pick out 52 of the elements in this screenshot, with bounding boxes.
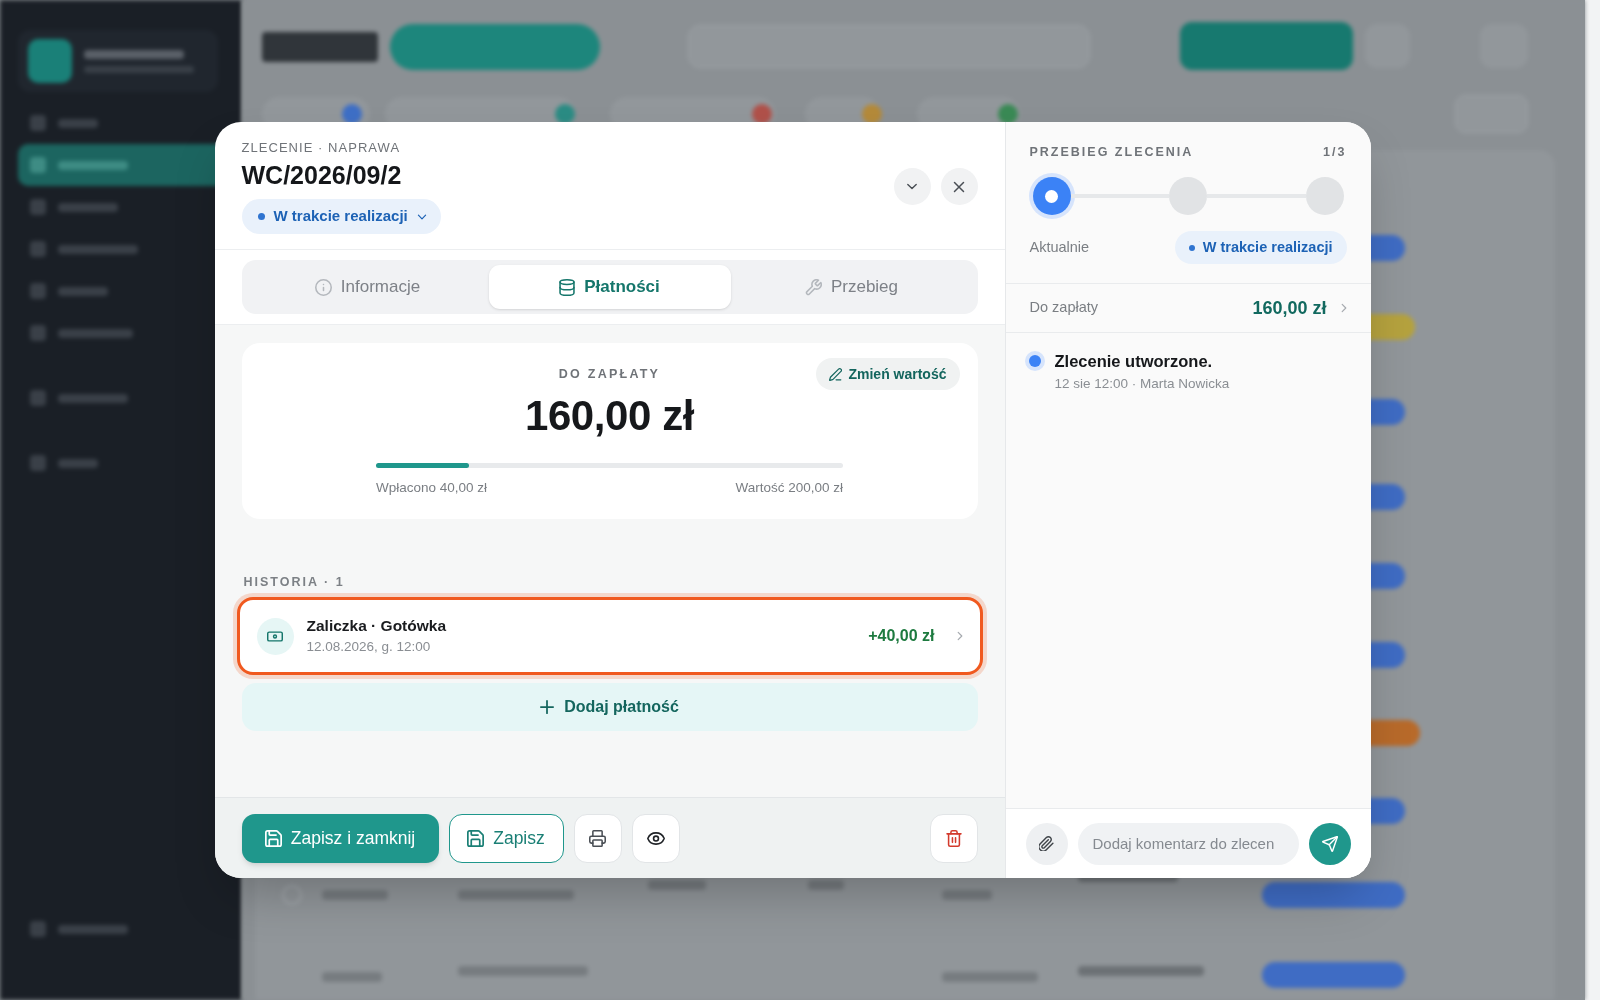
print-button[interactable]: [573, 813, 622, 863]
payment-history-item[interactable]: Zaliczka · Gotówka 12.08.2026, g. 12:00 +40,00 zł: [236, 597, 983, 675]
plus-icon: [540, 700, 555, 714]
amount-due-label: Do zapłaty: [1029, 298, 1098, 318]
history-heading: HISTORIA · 1: [243, 574, 346, 590]
chevron-down-icon: [906, 183, 918, 190]
printer-icon: [589, 829, 606, 847]
timeline-event-meta: 12 sie 12:00 · Marta Nowicka: [1054, 375, 1230, 393]
status-badge: W trakcie realizacji: [1174, 231, 1347, 264]
scrollbar-track[interactable]: [1585, 0, 1600, 1000]
current-label: Aktualnie: [1029, 237, 1090, 257]
change-value-button[interactable]: Zmień wartość: [816, 358, 960, 390]
chevron-down-icon: [416, 213, 427, 220]
paperclip-icon: [1039, 836, 1054, 851]
close-icon: [953, 180, 965, 193]
total-value: Wartość 200,00 zł: [735, 479, 843, 497]
send-button[interactable]: [1308, 822, 1351, 865]
wrench-icon: [804, 278, 822, 296]
trash-icon: [945, 829, 962, 847]
save-button[interactable]: Zapisz: [448, 813, 564, 863]
payment-title: Zaliczka · Gotówka: [306, 616, 447, 636]
amount-due-value: 160,00 zł: [1252, 296, 1327, 320]
tab[interactable]: Płatności: [488, 265, 731, 309]
status-dropdown[interactable]: W trakcie realizacji: [241, 199, 441, 234]
order-number: WC/2026/09/2: [241, 160, 403, 190]
info-icon: [314, 278, 332, 296]
send-icon: [1321, 835, 1338, 852]
preview-button[interactable]: [631, 813, 680, 863]
payment-date: 12.08.2026, g. 12:00: [306, 638, 432, 656]
progress-heading: PRZEBIEG ZLECENIA: [1029, 144, 1194, 160]
timeline-event-title: Zlecenie utworzone.: [1054, 351, 1214, 372]
banknote-icon: [256, 617, 294, 655]
tab[interactable]: Informacje: [246, 265, 489, 309]
comment-input[interactable]: Dodaj komentarz do zlecen: [1077, 822, 1299, 865]
delete-button[interactable]: [929, 813, 978, 863]
pencil-icon: [829, 367, 843, 381]
save-icon: [264, 829, 282, 847]
order-type-label: ZLECENIE · NAPRAWA: [241, 139, 402, 157]
payment-amount: +40,00 zł: [868, 626, 935, 646]
step-counter: 1/3: [1323, 144, 1347, 160]
save-icon: [467, 829, 485, 847]
chevron-right-icon: [1340, 303, 1347, 313]
eye-icon: [646, 831, 665, 845]
close-button[interactable]: [940, 168, 978, 205]
amount-due-label: DO ZAPŁATY: [558, 366, 661, 383]
tab[interactable]: Przebieg: [730, 265, 973, 309]
amount-due-value: 160,00 zł: [525, 392, 694, 440]
database-icon: [559, 278, 576, 296]
save-and-close-button[interactable]: Zapisz i zamknij: [241, 813, 439, 863]
add-payment-button[interactable]: Dodaj płatność: [241, 683, 978, 731]
paid-amount: Wpłacono 40,00 zł: [376, 479, 488, 497]
chevron-right-icon: [956, 631, 963, 641]
